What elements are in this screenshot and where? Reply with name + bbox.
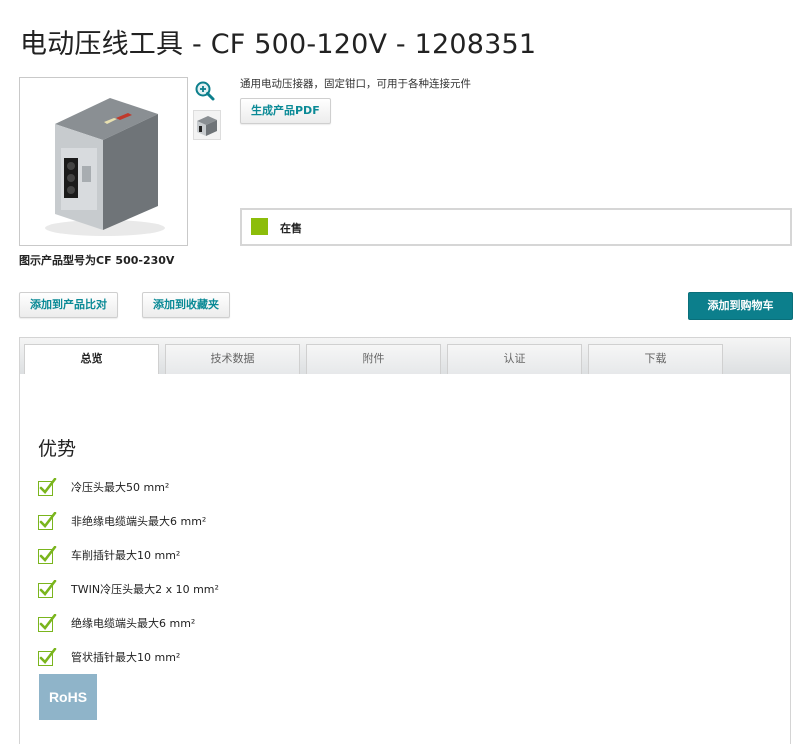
availability-indicator-icon (251, 218, 268, 235)
checkmark-icon (38, 478, 57, 496)
short-description: 通用电动压接器，固定钳口，可用于各种连接元件 (240, 78, 471, 90)
generate-pdf-button[interactable]: 生成产品PDF (240, 98, 331, 124)
page-title: 电动压线工具 - CF 500-120V - 1208351 (20, 29, 537, 60)
product-image[interactable] (19, 77, 188, 246)
tab-approvals[interactable]: 认证 (447, 344, 582, 375)
checkmark-icon (38, 580, 57, 598)
checkmark-icon (38, 648, 57, 666)
advantage-text: 管状插针最大10 mm² (71, 651, 181, 664)
tab-accessories[interactable]: 附件 (306, 344, 441, 375)
zoom-button[interactable] (194, 80, 216, 102)
tab-downloads[interactable]: 下载 (588, 344, 723, 375)
product-thumbnail[interactable] (193, 110, 221, 140)
advantage-text: 非绝缘电缆端头最大6 mm² (71, 515, 207, 528)
advantage-text: 冷压头最大50 mm² (71, 481, 170, 494)
rohs-badge: RoHS (39, 674, 97, 720)
tab-bar: 总览 技术数据 附件 认证 下载 (19, 337, 791, 376)
tab-overview[interactable]: 总览 (24, 344, 159, 376)
checkmark-icon (38, 614, 57, 632)
checkmark-icon (38, 512, 57, 530)
availability-label: 在售 (280, 222, 302, 235)
advantage-text: 绝缘电缆端头最大6 mm² (71, 617, 196, 630)
checkmark-icon (38, 546, 57, 564)
add-to-favorites-button[interactable]: 添加到收藏夹 (142, 292, 230, 318)
add-to-cart-button[interactable]: 添加到购物车 (688, 292, 793, 320)
advantage-text: TWIN冷压头最大2 x 10 mm² (71, 583, 219, 596)
tool-thumbnail-icon (197, 116, 217, 136)
advantages-title: 优势 (38, 438, 77, 460)
image-caption: 图示产品型号为CF 500-230V (19, 254, 175, 267)
advantage-text: 车削插针最大10 mm² (71, 549, 181, 562)
tab-content-overview: 优势 冷压头最大50 mm² 非绝缘电缆端头最大6 mm² 车削插针最大10 m… (19, 374, 791, 744)
tab-technical-data[interactable]: 技术数据 (165, 344, 300, 375)
crimp-tool-image (45, 98, 165, 236)
zoom-in-icon (195, 81, 215, 101)
add-to-compare-button[interactable]: 添加到产品比对 (19, 292, 118, 318)
availability-box: 在售 (240, 208, 792, 246)
